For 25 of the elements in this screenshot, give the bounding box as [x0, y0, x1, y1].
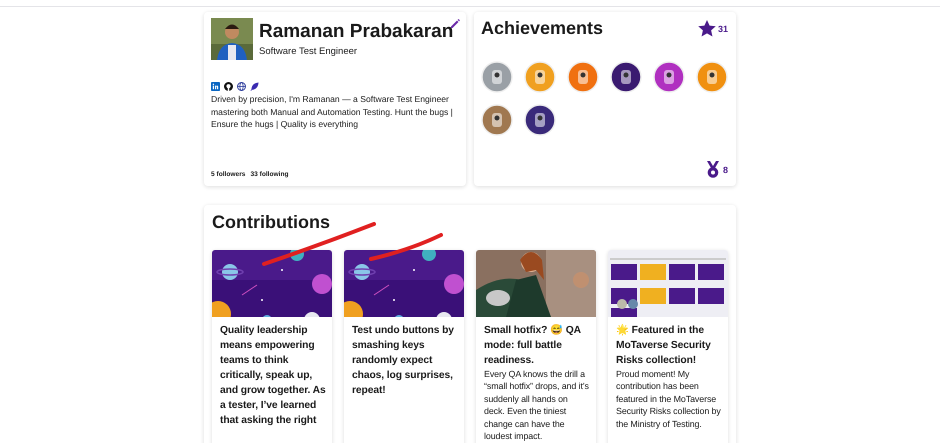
post-card[interactable]: 🌟 Featured in the MoTaverse Security Risks collection! Proud moment! My contribution has been featured in the MoTaverse Security Risks collection by the Ministry of Testing. — [608, 250, 728, 443]
profile-name: Ramanan Prabakaran — [259, 21, 454, 43]
post-card[interactable]: Small hotfix? 😅 QA mode: full battle readiness. Every QA knows the drill a “small hotfix” drops, and it’s suddenly all hands on deck. Even the tiniest change can have the loudest impact. — [476, 250, 596, 443]
badge-icon[interactable] — [610, 61, 642, 93]
badge-icon[interactable] — [524, 104, 556, 136]
post-card[interactable]: Quality leadership means empowering teams to think critically, speak up, and grow together. As a tester, I’ve learned that asking the right — [212, 250, 332, 443]
globe-icon[interactable] — [237, 82, 246, 91]
post-title: Small hotfix? 😅 QA mode: full battle readiness. — [484, 323, 582, 368]
stars-count: 31 — [718, 24, 728, 34]
bio-text: Driven by precision, I'm Ramanan — a Software Test Engineer mastering both Manual and Automation Testing. Hunt the bugs | Ensure the hugs | Quality is everything — [211, 93, 454, 130]
medal-icon — [704, 161, 721, 178]
post-excerpt: Every QA knows the drill a “small hotfix” drops, and it’s suddenly all hands on deck. Even the tiniest change can have the loudest impact. — [484, 368, 590, 442]
section-title: Contributions — [212, 212, 331, 233]
job-title: Software Test Engineer — [259, 46, 358, 57]
github-icon[interactable] — [224, 82, 233, 91]
post-card[interactable]: Test undo buttons by smashing keys randomly expect chaos, log surprises, repeat! — [344, 250, 464, 443]
feather-icon[interactable] — [250, 82, 259, 91]
post-title: Test undo buttons by smashing keys randomly expect chaos, log surprises, repeat! — [352, 324, 455, 398]
post-excerpt: Proud moment! My contribution has been featured in the MoTaverse Security Risks collection by the Ministry of Testing. — [616, 368, 722, 430]
star-icon — [698, 20, 716, 37]
post-title: Quality leadership means empowering teams to think critically, speak up, and grow together. As a tester, I’ve learned that asking the right — [220, 324, 326, 428]
section-title: Achievements — [481, 18, 604, 39]
linkedin-icon[interactable] — [211, 82, 220, 91]
medals-count: 8 — [722, 164, 728, 174]
post-title: 🌟 Featured in the MoTaverse Security Risks collection! — [616, 323, 712, 368]
